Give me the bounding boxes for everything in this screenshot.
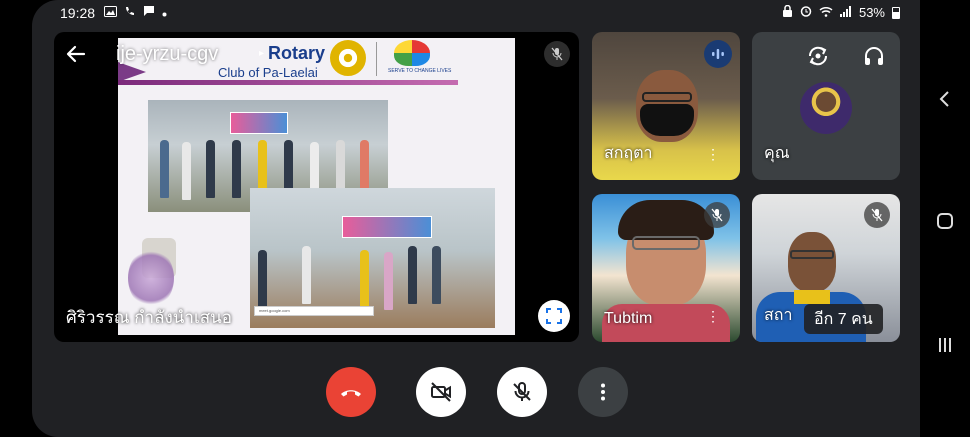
self-avatar [800, 82, 852, 134]
participant-face [788, 232, 836, 292]
participant-tile[interactable]: สถา อีก 7 คน [752, 194, 900, 342]
photo-banner [230, 112, 288, 134]
chevron-right-icon[interactable]: ▸ [259, 48, 264, 59]
slide-header-bar [118, 80, 458, 85]
more-options-button[interactable] [578, 367, 628, 417]
status-bar: 19:28 53% [32, 0, 920, 26]
photo-person [160, 140, 169, 198]
wifi-icon [819, 5, 833, 20]
photo-person [408, 246, 417, 304]
glasses [790, 250, 834, 259]
photo-person [232, 140, 241, 198]
glasses [632, 236, 700, 250]
meet-screen: 19:28 53% Rotary Club of Pa-Laelai SERVE… [32, 0, 920, 437]
participant-name: สกฤตา [604, 145, 653, 162]
shirt-collar [794, 290, 830, 304]
photo-person [302, 246, 311, 304]
mic-off-icon [513, 382, 531, 401]
slide-divider [376, 42, 377, 76]
participant-menu-icon[interactable]: ⋮ [706, 146, 720, 163]
status-right: 53% [782, 4, 900, 20]
presentation-tile[interactable]: Rotary Club of Pa-Laelai SERVE TO CHANGE… [54, 32, 579, 342]
alarm-icon [800, 5, 812, 20]
participant-name: สถา [764, 307, 793, 324]
status-notifications [104, 5, 167, 20]
back-arrow-icon [66, 45, 86, 63]
slide-flower-decoration [128, 248, 174, 308]
mic-off-icon [711, 208, 723, 222]
meeting-code[interactable]: ije-yrzu-cgv [116, 43, 218, 66]
participant-tile[interactable]: Tubtim ⋮ [592, 194, 740, 342]
headphones-icon [865, 47, 883, 65]
camera-off-icon [431, 382, 451, 402]
audio-wave-icon [712, 49, 724, 59]
serve-to-change-lives-logo [394, 40, 430, 66]
photo-person [258, 250, 267, 308]
battery-icon [892, 6, 900, 19]
fullscreen-button[interactable] [538, 300, 570, 332]
gallery-icon [104, 5, 117, 20]
participant-menu-icon[interactable]: ⋮ [706, 308, 720, 325]
status-time: 19:28 [60, 5, 96, 21]
android-nav-bar [920, 0, 970, 437]
face-mask [640, 104, 694, 136]
more-vert-icon [601, 383, 605, 401]
participant-mute-badge [864, 202, 890, 228]
participant-tile[interactable]: สกฤตา ⋮ [592, 32, 740, 180]
participant-name: Tubtim [604, 310, 653, 327]
fullscreen-icon [546, 308, 562, 324]
slide-rotary-title: Rotary [268, 43, 326, 63]
slide-url-bar: meet.google.com [254, 306, 374, 316]
photo-person [432, 246, 441, 304]
photo-person [384, 252, 393, 310]
switch-camera-button[interactable] [806, 44, 836, 70]
shared-slide: Rotary Club of Pa-Laelai SERVE TO CHANGE… [118, 38, 515, 335]
nav-back-icon[interactable] [934, 88, 956, 110]
camera-toggle-button[interactable] [416, 367, 466, 417]
nav-home-icon[interactable] [934, 210, 956, 232]
more-participants-badge[interactable]: อีก 7 คน [804, 304, 883, 334]
mic-off-icon [551, 47, 563, 61]
presenter-mute-badge [544, 41, 570, 67]
signal-icon [839, 5, 852, 20]
nav-recents-icon[interactable] [934, 334, 956, 356]
battery-percent: 53% [858, 5, 885, 20]
mic-toggle-button[interactable] [497, 367, 547, 417]
photo-person [206, 140, 215, 198]
end-call-icon [341, 390, 361, 397]
presenter-name: ศิริวรรณ กำลังนำเสนอ [66, 308, 232, 327]
wifi-call-icon [124, 5, 136, 20]
glasses [642, 92, 692, 102]
end-call-button[interactable] [326, 367, 376, 417]
audio-output-button[interactable] [862, 44, 892, 70]
back-button[interactable] [64, 42, 88, 66]
self-tile[interactable]: คุณ [752, 32, 900, 180]
photo-person [360, 250, 369, 308]
rotary-wheel-logo [330, 40, 366, 76]
slide-serve-text: SERVE TO CHANGE LIVES [388, 68, 452, 74]
photo-person [182, 142, 191, 200]
message-icon [143, 5, 155, 20]
mic-off-icon [871, 208, 883, 222]
lock-icon [782, 4, 793, 20]
speaking-indicator [704, 40, 732, 68]
slide-club-name: Club of Pa-Laelai [218, 65, 318, 80]
participant-hair [618, 200, 714, 240]
photo-banner [342, 216, 432, 238]
self-name: คุณ [764, 145, 790, 162]
switch-camera-icon [808, 46, 828, 66]
participant-mute-badge [704, 202, 730, 228]
more-participants-label: อีก 7 คน [814, 310, 873, 328]
dot-icon [162, 6, 167, 20]
